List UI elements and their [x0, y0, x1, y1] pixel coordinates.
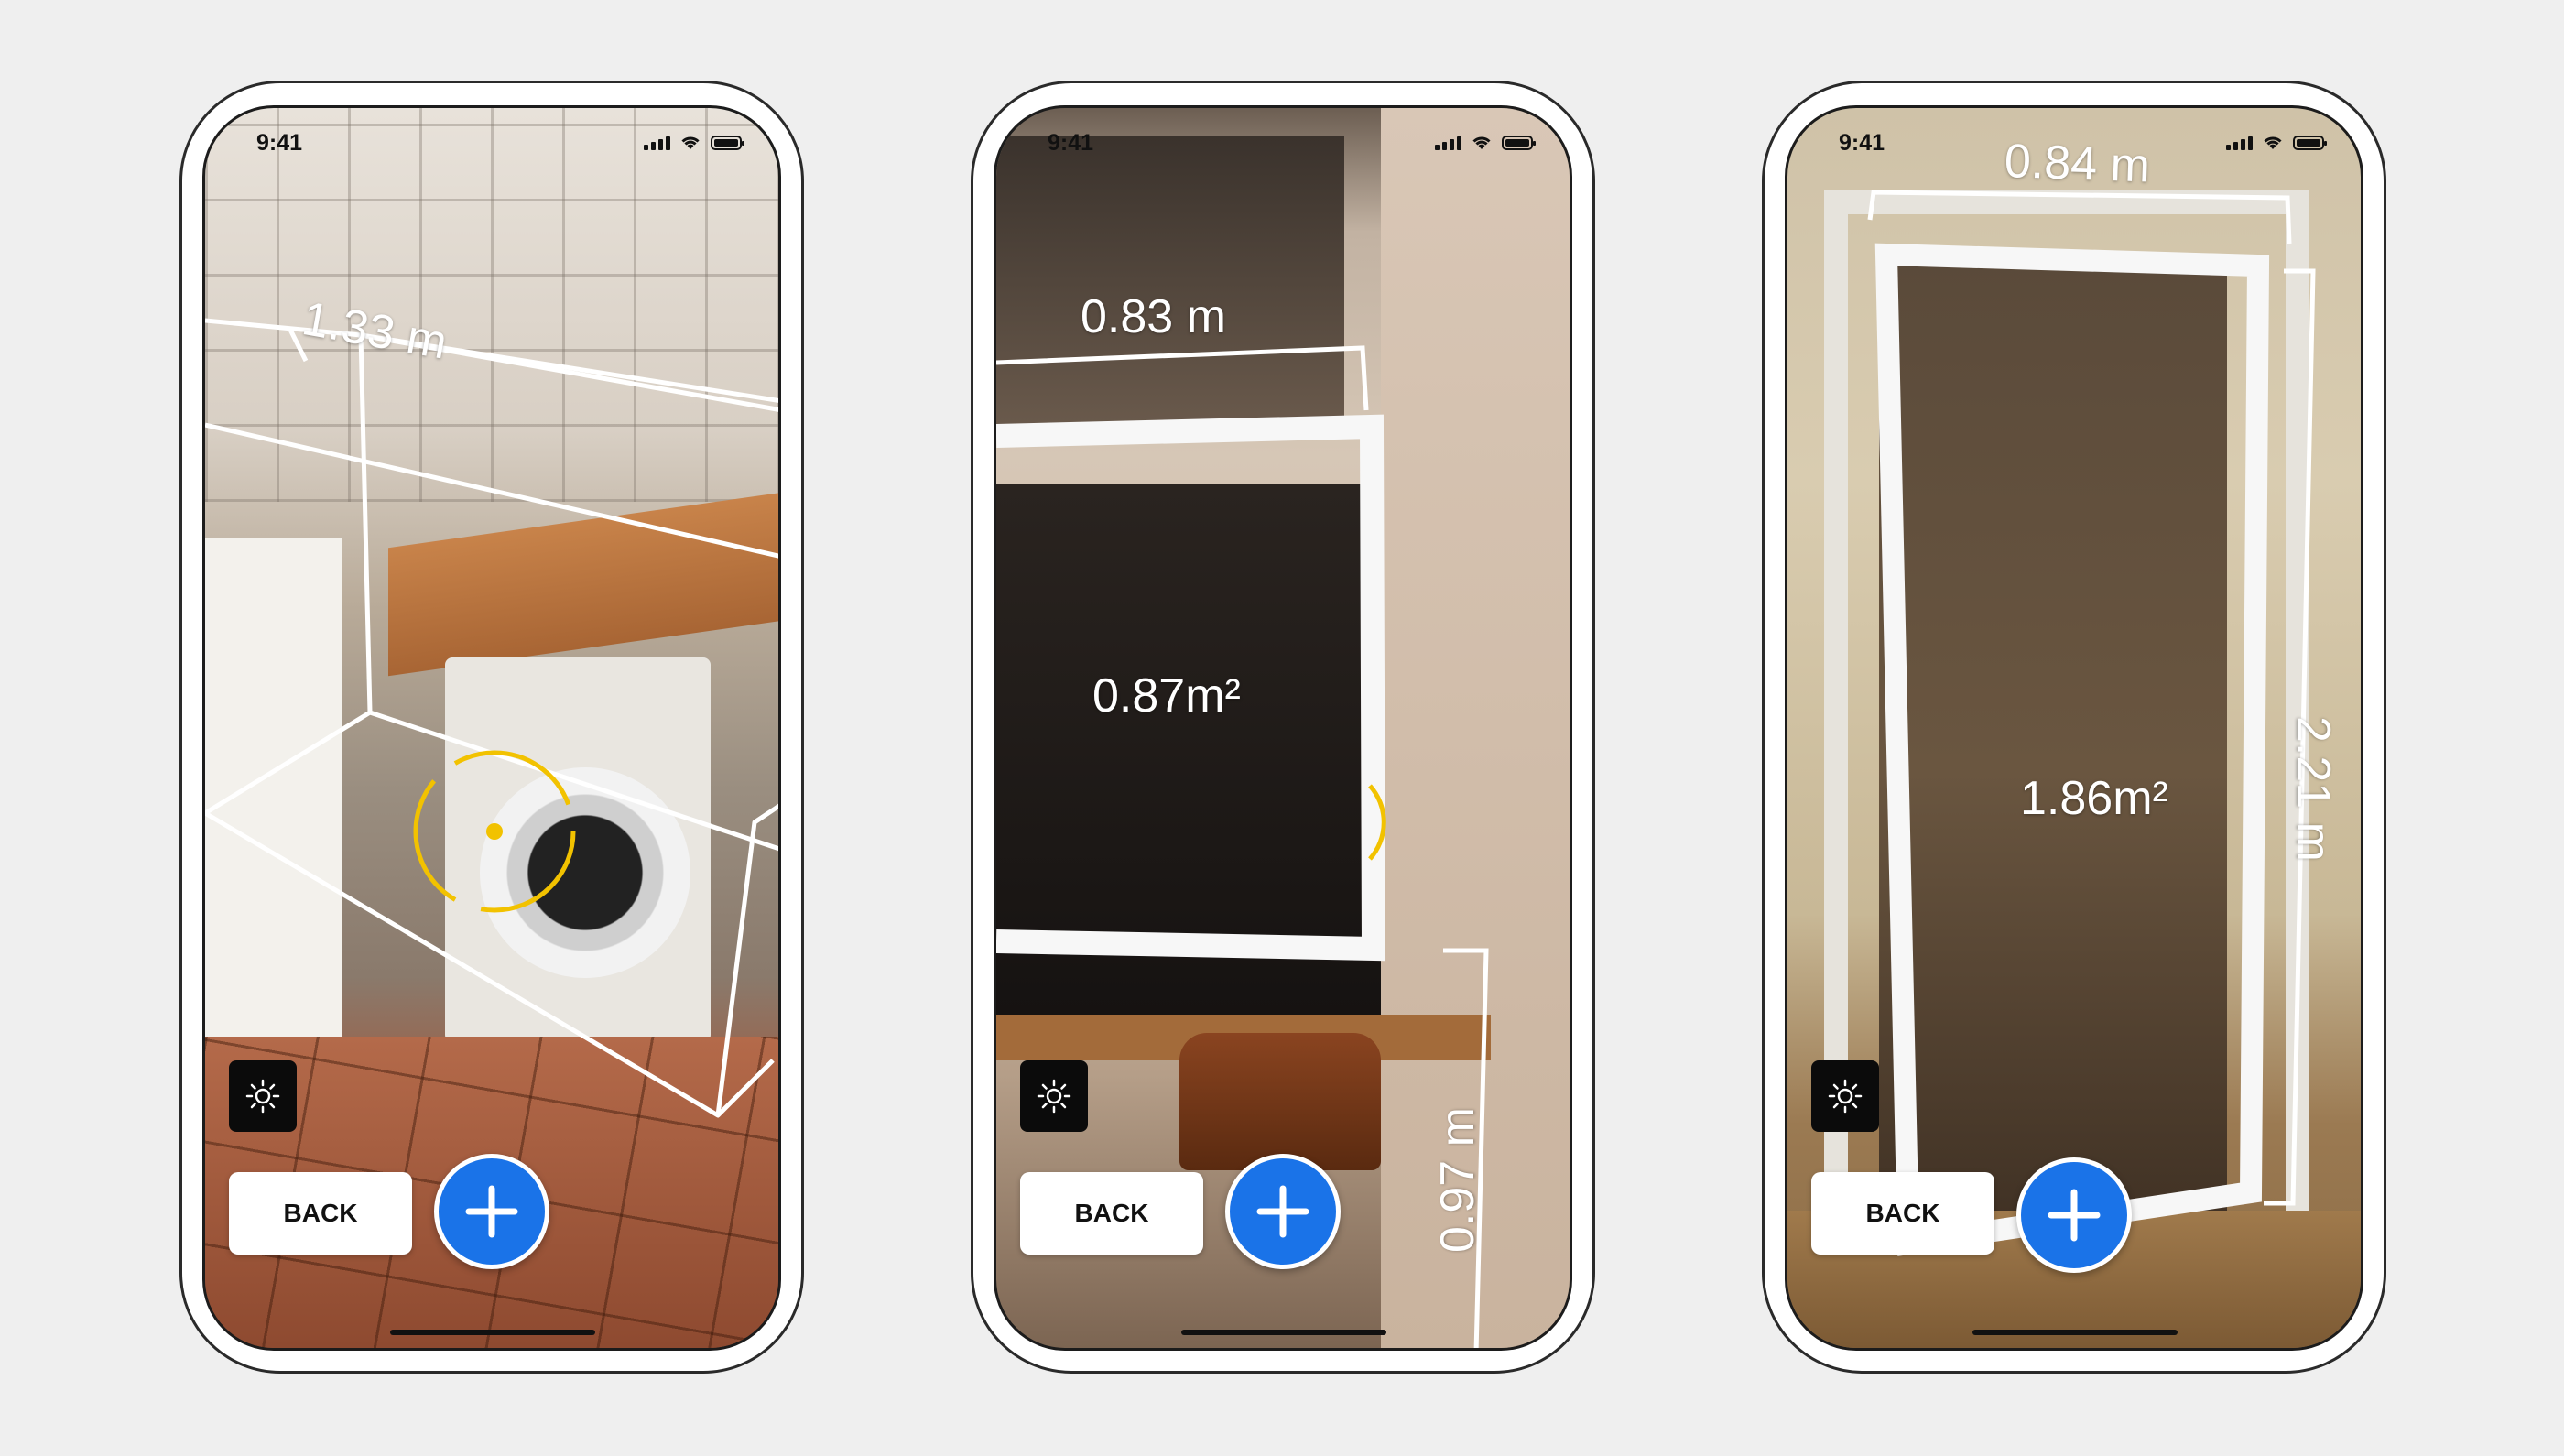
phone-frame: 0.84 m 1.86m² 2.21 m 9:41 BACK [1762, 81, 2386, 1374]
ar-width-line [1867, 190, 2292, 244]
measurement-label: 0.83 m [1081, 290, 1226, 343]
plus-icon [465, 1185, 518, 1238]
status-icons [2226, 134, 2327, 150]
add-measurement-button[interactable] [2016, 1157, 2132, 1273]
light-toggle-button[interactable] [1811, 1060, 1879, 1132]
status-time: 9:41 [256, 130, 303, 156]
ar-edge-left [205, 334, 373, 816]
ar-edge-mid [205, 422, 778, 559]
area-label: 1.86m² [2020, 772, 2168, 825]
back-button[interactable]: BACK [1020, 1172, 1203, 1255]
battery-icon [1502, 136, 1536, 150]
phone-frame: 1.33 m 9:41 BACK [179, 81, 804, 1374]
plus-icon [1256, 1185, 1309, 1238]
ar-edge-right [715, 803, 778, 1116]
sun-icon [1037, 1079, 1071, 1114]
light-toggle-button[interactable] [229, 1060, 297, 1132]
ar-area-frame [1874, 243, 2270, 1256]
status-icons [1435, 134, 1536, 150]
home-indicator[interactable] [1181, 1330, 1386, 1335]
target-reticle [413, 750, 576, 913]
camera-view[interactable]: 1.33 m 9:41 BACK [202, 105, 781, 1351]
back-button[interactable]: BACK [229, 1172, 412, 1255]
status-icons [644, 134, 744, 150]
area-label: 0.87m² [1092, 669, 1241, 723]
home-indicator[interactable] [1972, 1330, 2178, 1335]
sun-icon [245, 1079, 280, 1114]
plus-icon [2048, 1189, 2101, 1242]
battery-icon [711, 136, 744, 150]
signal-icon [2226, 136, 2253, 150]
phone-frame: 0.83 m 0.87m² 0.97 m 9:41 BACK [971, 81, 1595, 1374]
wifi-icon [1472, 136, 1491, 149]
wifi-icon [2264, 136, 2282, 149]
camera-view[interactable]: 0.83 m 0.87m² 0.97 m 9:41 BACK [994, 105, 1572, 1351]
status-time: 9:41 [1839, 130, 1885, 156]
sun-icon [1828, 1079, 1863, 1114]
add-measurement-button[interactable] [434, 1154, 549, 1269]
measurement-label: 0.84 m [2003, 134, 2151, 193]
signal-icon [1435, 136, 1461, 150]
camera-view[interactable]: 0.84 m 1.86m² 2.21 m 9:41 BACK [1785, 105, 2363, 1351]
wifi-icon [681, 136, 700, 149]
ar-width-line [996, 345, 1369, 411]
back-button[interactable]: BACK [1811, 1172, 1994, 1255]
add-measurement-button[interactable] [1225, 1154, 1341, 1269]
home-indicator[interactable] [390, 1330, 595, 1335]
battery-icon [2293, 136, 2327, 150]
signal-icon [644, 136, 670, 150]
measurement-label: 2.21 m [2287, 716, 2340, 862]
measurement-label: 0.97 m [1431, 1107, 1484, 1253]
light-toggle-button[interactable] [1020, 1060, 1088, 1132]
status-time: 9:41 [1048, 130, 1094, 156]
